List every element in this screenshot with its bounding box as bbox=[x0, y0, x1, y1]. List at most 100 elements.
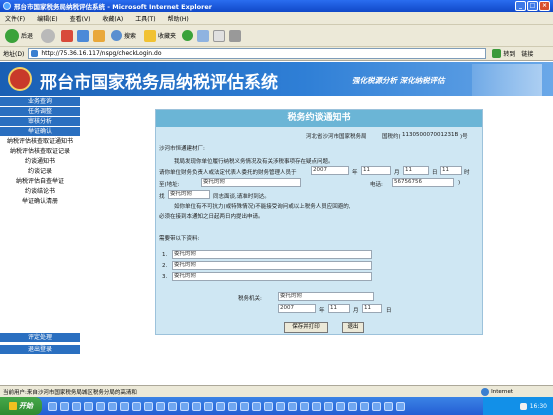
taskbar-app-icon[interactable] bbox=[168, 401, 177, 411]
material-field-3[interactable]: 委托的附 bbox=[172, 272, 372, 281]
taskbar-app-icon[interactable] bbox=[360, 401, 369, 411]
nav-audit-analysis[interactable]: 审核分析 bbox=[0, 117, 80, 127]
sidebar-item-evidence-notice[interactable]: 纳税评估核查取证通知书 bbox=[0, 137, 80, 147]
taskbar-app-icon[interactable] bbox=[72, 401, 81, 411]
taskbar-app-icon[interactable] bbox=[312, 401, 321, 411]
sign-month-unit: 月 bbox=[353, 308, 359, 314]
sidebar-item-evidence-record[interactable]: 纳税评估核查取证记录 bbox=[0, 147, 80, 157]
taskbar-app-icon[interactable] bbox=[384, 401, 393, 411]
taskbar-app-icon[interactable] bbox=[276, 401, 285, 411]
material-field-2[interactable]: 委托的附 bbox=[172, 261, 372, 270]
system-tray: 16:30 bbox=[483, 397, 553, 415]
taskbar-app-icon[interactable] bbox=[156, 401, 165, 411]
year-input[interactable]: 2007 bbox=[311, 166, 349, 175]
taskbar-app-icon[interactable] bbox=[108, 401, 117, 411]
nav-evidence-confirm[interactable]: 举证确认 bbox=[0, 127, 80, 137]
tray-icon[interactable] bbox=[519, 402, 527, 410]
sidebar-item-self-check[interactable]: 纳税评估自查举证 bbox=[0, 177, 80, 187]
menu-help[interactable]: 帮助(H) bbox=[168, 14, 189, 23]
minimize-button[interactable]: _ bbox=[515, 1, 526, 11]
taskbar-app-icon[interactable] bbox=[144, 401, 153, 411]
material-field-1[interactable]: 委托的附 bbox=[172, 250, 372, 259]
mail-icon[interactable] bbox=[213, 29, 226, 42]
hour-input[interactable]: 11 bbox=[440, 166, 462, 175]
taskbar-app-icon[interactable] bbox=[324, 401, 333, 411]
home-icon[interactable] bbox=[93, 29, 106, 42]
address-field[interactable]: 委托的附 bbox=[201, 178, 301, 187]
maximize-button[interactable]: □ bbox=[527, 1, 538, 11]
sidebar-item-evidence-list[interactable]: 举证确认清册 bbox=[0, 197, 80, 207]
taskbar-app-icon[interactable] bbox=[396, 401, 405, 411]
print-icon[interactable] bbox=[229, 29, 242, 42]
start-button[interactable]: 开始 bbox=[0, 397, 42, 415]
authority-field[interactable]: 委托的附 bbox=[278, 292, 374, 301]
taskbar-app-icon[interactable] bbox=[84, 401, 93, 411]
taskbar-app-icon[interactable] bbox=[120, 401, 129, 411]
nav-task-adjust[interactable]: 任务调整 bbox=[0, 107, 80, 117]
sidebar-item-interview-conclusion[interactable]: 约谈结论书 bbox=[0, 187, 80, 197]
taskbar-app-icon[interactable] bbox=[180, 401, 189, 411]
sign-month-input[interactable]: 11 bbox=[328, 304, 350, 313]
address-input[interactable]: http://75.36.16.117/nspg/checkLogin.do bbox=[28, 48, 487, 59]
save-print-button[interactable]: 保存并打印 bbox=[284, 322, 328, 333]
month-input[interactable]: 11 bbox=[361, 166, 391, 175]
stop-icon[interactable] bbox=[61, 29, 74, 42]
go-arrow-icon bbox=[492, 49, 502, 58]
find-tail: 同志面谈,请准时到达。 bbox=[213, 194, 270, 200]
menu-file[interactable]: 文件(F) bbox=[5, 14, 25, 23]
taskbar-app-icon[interactable] bbox=[372, 401, 381, 411]
sidebar-item-interview-notice[interactable]: 约谈通知书 bbox=[0, 157, 80, 167]
month-unit: 月 bbox=[394, 170, 400, 176]
taskbar-app-icon[interactable] bbox=[60, 401, 69, 411]
taskbar: 开始 16:30 bbox=[0, 397, 553, 415]
menu-favorites[interactable]: 收藏(A) bbox=[102, 14, 123, 23]
taskbar-app-icon[interactable] bbox=[228, 401, 237, 411]
back-arrow-icon bbox=[5, 28, 19, 43]
sign-year-input[interactable]: 2007 bbox=[278, 304, 316, 313]
menu-edit[interactable]: 编辑(E) bbox=[37, 14, 57, 23]
go-button[interactable]: 转到 bbox=[492, 49, 515, 58]
forward-button[interactable] bbox=[39, 28, 57, 44]
taskbar-app-icon[interactable] bbox=[132, 401, 141, 411]
phone-field[interactable]: 56756756 bbox=[392, 178, 454, 187]
taskbar-app-icon[interactable] bbox=[264, 401, 273, 411]
search-button[interactable]: 搜索 bbox=[109, 29, 138, 42]
notice-title: 税务约谈通知书 bbox=[156, 110, 482, 127]
taskbar-app-icon[interactable] bbox=[348, 401, 357, 411]
taskbar-app-icon[interactable] bbox=[336, 401, 345, 411]
close-button[interactable]: × bbox=[539, 1, 550, 11]
taskbar-app-icon[interactable] bbox=[240, 401, 249, 411]
links-label[interactable]: 链接 bbox=[521, 49, 533, 58]
nav-business-query[interactable]: 业务查询 bbox=[0, 97, 80, 107]
taskbar-app-icon[interactable] bbox=[300, 401, 309, 411]
exit-button[interactable]: 退出 bbox=[342, 322, 364, 333]
menu-view[interactable]: 查看(V) bbox=[70, 14, 91, 23]
favorites-button[interactable]: 收藏夹 bbox=[142, 29, 178, 43]
refresh-icon[interactable] bbox=[77, 29, 90, 42]
tax-emblem-logo bbox=[8, 67, 32, 91]
taskbar-app-icon[interactable] bbox=[192, 401, 201, 411]
taskbar-app-icon[interactable] bbox=[216, 401, 225, 411]
hour-unit: 时 bbox=[464, 170, 470, 176]
para3: 必须在接到本通知之日起两日内提出申请。 bbox=[159, 214, 264, 220]
taskbar-app-icon[interactable] bbox=[204, 401, 213, 411]
taskbar-app-icon[interactable] bbox=[288, 401, 297, 411]
taskbar-app-icon[interactable] bbox=[96, 401, 105, 411]
history-icon[interactable] bbox=[197, 29, 210, 42]
contact-field[interactable]: 委托的附 bbox=[168, 190, 210, 199]
taskbar-app-icon[interactable] bbox=[48, 401, 57, 411]
taskbar-app-icon[interactable] bbox=[252, 401, 261, 411]
sign-day-input[interactable]: 11 bbox=[362, 304, 382, 313]
nav-logout[interactable]: 退出登录 bbox=[0, 345, 80, 355]
media-icon[interactable] bbox=[182, 30, 194, 41]
nav-assessment[interactable]: 评定处理 bbox=[0, 333, 80, 343]
sidebar: 业务查询 任务调整 审核分析 举证确认 纳税评估核查取证通知书 纳税评估核查取证… bbox=[0, 97, 80, 385]
phone-end: ) bbox=[458, 180, 461, 186]
site-slogan: 强化税源分析 深化纳税评估 bbox=[352, 76, 445, 85]
day-input[interactable]: 11 bbox=[403, 166, 429, 175]
interview-notice-form: 税务约谈通知书 河北省沙河市国家税务局 国税约( 113050007001231… bbox=[155, 109, 483, 335]
sidebar-item-interview-record[interactable]: 约谈记录 bbox=[0, 167, 80, 177]
favorites-star-icon bbox=[144, 29, 157, 42]
back-button[interactable]: 后退 bbox=[3, 28, 35, 44]
menu-tools[interactable]: 工具(T) bbox=[135, 14, 155, 23]
